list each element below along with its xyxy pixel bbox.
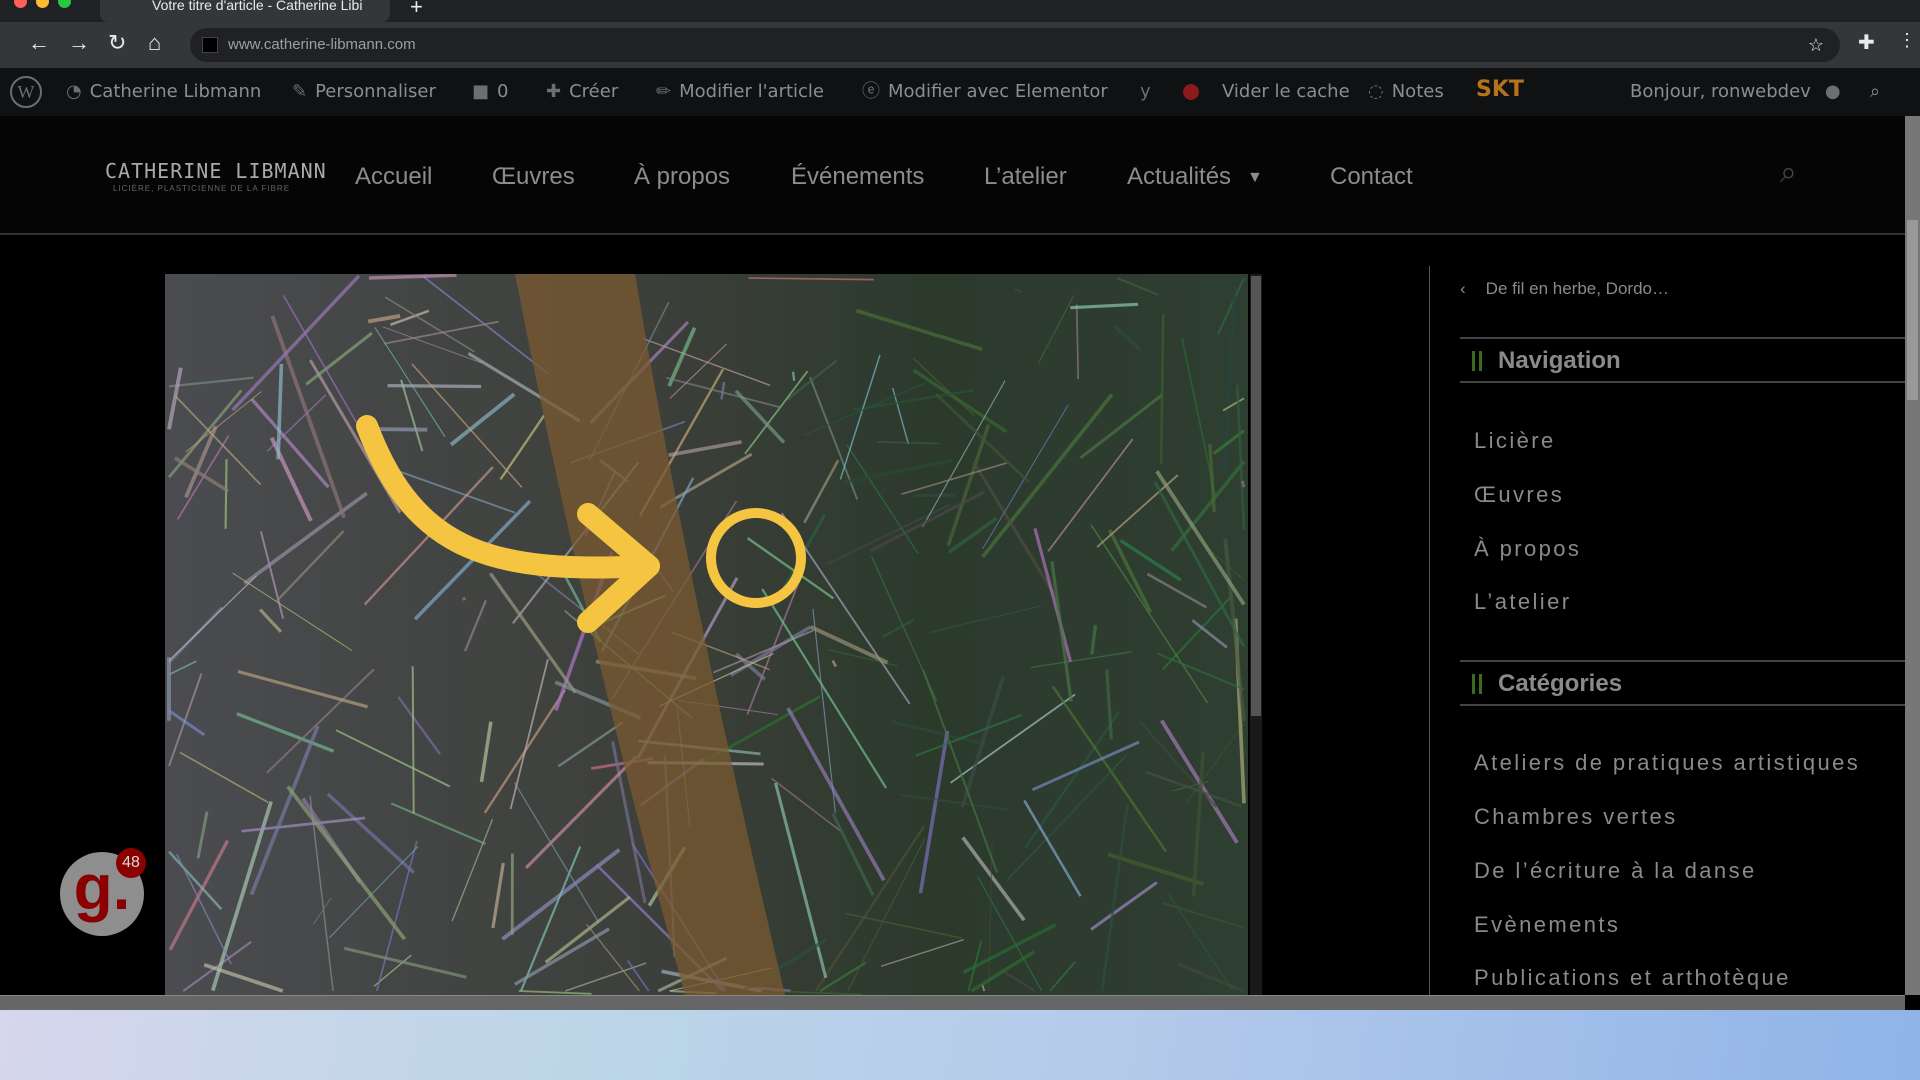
category-link[interactable]: Chambres vertes — [1474, 804, 1678, 830]
browser-tab[interactable]: Votre titre d'article - Catherine Libi — [100, 0, 390, 22]
browser-toolbar: ← → ↻ ⌂ www.catherine-libmann.com ☆ ✚ ⋮ — [0, 22, 1920, 68]
wordpress-logo-icon[interactable]: W — [10, 76, 42, 108]
site-header: CATHERINE LIBMANN LICIÈRE, PLASTICIENNE … — [0, 116, 1905, 235]
home-icon[interactable]: ⌂ — [148, 30, 161, 56]
close-window-button[interactable] — [14, 0, 27, 8]
yoast-icon[interactable]: y — [1140, 80, 1151, 104]
greeting: Bonjour, ronwebdev — [1630, 81, 1811, 102]
comments-link[interactable]: ■ 0 — [472, 80, 508, 104]
article-image — [165, 274, 1248, 995]
search-icon[interactable]: ⌕ — [1780, 156, 1797, 190]
extensions-icon[interactable]: ✚ — [1858, 30, 1875, 55]
nav-contact[interactable]: Contact — [1330, 163, 1413, 191]
new-tab-button[interactable]: + — [410, 0, 423, 20]
comment-icon: ■ — [472, 81, 490, 102]
create-link[interactable]: ✚ Créer — [546, 80, 618, 104]
heading-bar-icon — [1472, 674, 1482, 694]
notification-count-badge: 48 — [116, 848, 146, 878]
image-scrollbar-thumb[interactable] — [1251, 276, 1261, 716]
speech-bubble-icon: ◌ — [1368, 81, 1384, 102]
grass-strand — [1241, 480, 1246, 488]
grass-strand — [791, 371, 796, 381]
status-dot-icon — [1183, 84, 1199, 100]
minimize-window-button[interactable] — [36, 0, 49, 8]
skt-link[interactable]: SKT — [1476, 78, 1524, 102]
heading-text: Navigation — [1498, 347, 1621, 374]
back-icon[interactable]: ← — [28, 30, 50, 56]
address-bar[interactable]: www.catherine-libmann.com ☆ — [190, 28, 1840, 62]
brush-icon: ✎ — [292, 81, 308, 102]
edit-post-link[interactable]: ✏ Modifier l'article — [656, 80, 824, 104]
sidebar-nav-atelier[interactable]: L’atelier — [1474, 589, 1571, 615]
site-favicon — [202, 37, 218, 53]
reload-icon[interactable]: ↻ — [108, 30, 126, 56]
plus-icon: ✚ — [546, 81, 562, 102]
notes-label: Notes — [1391, 81, 1444, 102]
grass-strand — [372, 427, 428, 432]
categories-widget-heading: Catégories — [1460, 660, 1905, 706]
category-link[interactable]: Evènements — [1474, 912, 1620, 938]
grass-strand — [387, 384, 482, 389]
sidebar-divider — [1429, 266, 1430, 996]
heading-bar-icon — [1472, 351, 1482, 371]
elementor-label: Modifier avec Elementor — [888, 81, 1108, 102]
page-horizontal-scrollbar[interactable] — [0, 995, 1905, 1010]
site-logo[interactable]: CATHERINE LIBMANN — [105, 159, 327, 183]
nav-accueil[interactable]: Accueil — [355, 163, 432, 191]
site-name: Catherine Libmann — [89, 81, 262, 102]
search-icon[interactable]: ⌕ — [1870, 80, 1880, 104]
page-scrollbar-thumb[interactable] — [1907, 220, 1918, 400]
customize-link[interactable]: ✎ Personnaliser — [292, 80, 436, 104]
skt-logo: SKT — [1476, 77, 1524, 102]
menu-icon[interactable]: ⋮ — [1898, 30, 1916, 51]
chevron-left-icon: ‹ — [1460, 279, 1466, 298]
grass-strand — [411, 666, 415, 814]
category-link[interactable]: Ateliers de pratiques artistiques — [1474, 750, 1860, 776]
elementor-icon: ⓔ — [862, 81, 880, 102]
nav-oeuvres[interactable]: Œuvres — [492, 163, 575, 191]
photo-canvas — [165, 274, 1248, 995]
wp-admin-bar: W ◔ Catherine Libmann ✎ Personnaliser ■ 0 ✚… — [0, 68, 1920, 116]
user-avatar-icon: ● — [1824, 81, 1841, 102]
account-menu[interactable]: Bonjour, ronwebdev ● — [1630, 80, 1849, 104]
chevron-down-icon[interactable]: ▼ — [1247, 169, 1263, 187]
nav-atelier[interactable]: L’atelier — [984, 163, 1067, 191]
grass-strand — [462, 596, 466, 601]
dashboard-icon: ◔ — [66, 81, 82, 102]
navigation-widget-heading: Navigation — [1460, 337, 1905, 383]
previous-post-title: De fil en herbe, Dordo… — [1485, 279, 1669, 298]
nav-evenements[interactable]: Événements — [791, 163, 924, 191]
forward-icon[interactable]: → — [68, 30, 90, 56]
clear-cache-label: Vider le cache — [1222, 81, 1350, 102]
browser-tab-bar: Votre titre d'article - Catherine Libi + — [0, 0, 1920, 22]
pencil-icon: ✏ — [656, 81, 672, 102]
star-icon[interactable]: ☆ — [1808, 28, 1824, 62]
grass-strand — [224, 459, 228, 529]
site-name-link[interactable]: ◔ Catherine Libmann — [66, 80, 261, 104]
sidebar-nav-a-propos[interactable]: À propos — [1474, 536, 1581, 562]
elementor-link[interactable]: ⓔ Modifier avec Elementor — [862, 80, 1108, 104]
clear-cache-link[interactable]: Vider le cache — [1222, 80, 1350, 104]
customize-label: Personnaliser — [315, 81, 436, 102]
desktop-background — [0, 1010, 1920, 1080]
create-label: Créer — [569, 81, 619, 102]
heading-text: Catégories — [1498, 670, 1623, 697]
sidebar-nav-oeuvres[interactable]: Œuvres — [1474, 482, 1564, 508]
edit-post-label: Modifier l'article — [679, 81, 825, 102]
url-text: www.catherine-libmann.com — [228, 36, 416, 53]
comments-count: 0 — [497, 81, 509, 102]
category-link[interactable]: Publications et arthotèque — [1474, 965, 1791, 991]
site-tagline: LICIÈRE, PLASTICIENNE DE LA FIBRE — [113, 184, 291, 193]
tab-title: Votre titre d'article - Catherine Libi — [152, 0, 363, 13]
notes-link[interactable]: ◌ Notes — [1368, 80, 1444, 104]
category-link[interactable]: De l’écriture à la danse — [1474, 858, 1757, 884]
nav-a-propos[interactable]: À propos — [634, 163, 730, 191]
sidebar-nav-liciere[interactable]: Licière — [1474, 428, 1556, 454]
nav-actualites[interactable]: Actualités — [1127, 163, 1231, 191]
previous-post-link[interactable]: ‹ De fil en herbe, Dordo… — [1460, 276, 1669, 302]
maximize-window-button[interactable] — [58, 0, 71, 8]
